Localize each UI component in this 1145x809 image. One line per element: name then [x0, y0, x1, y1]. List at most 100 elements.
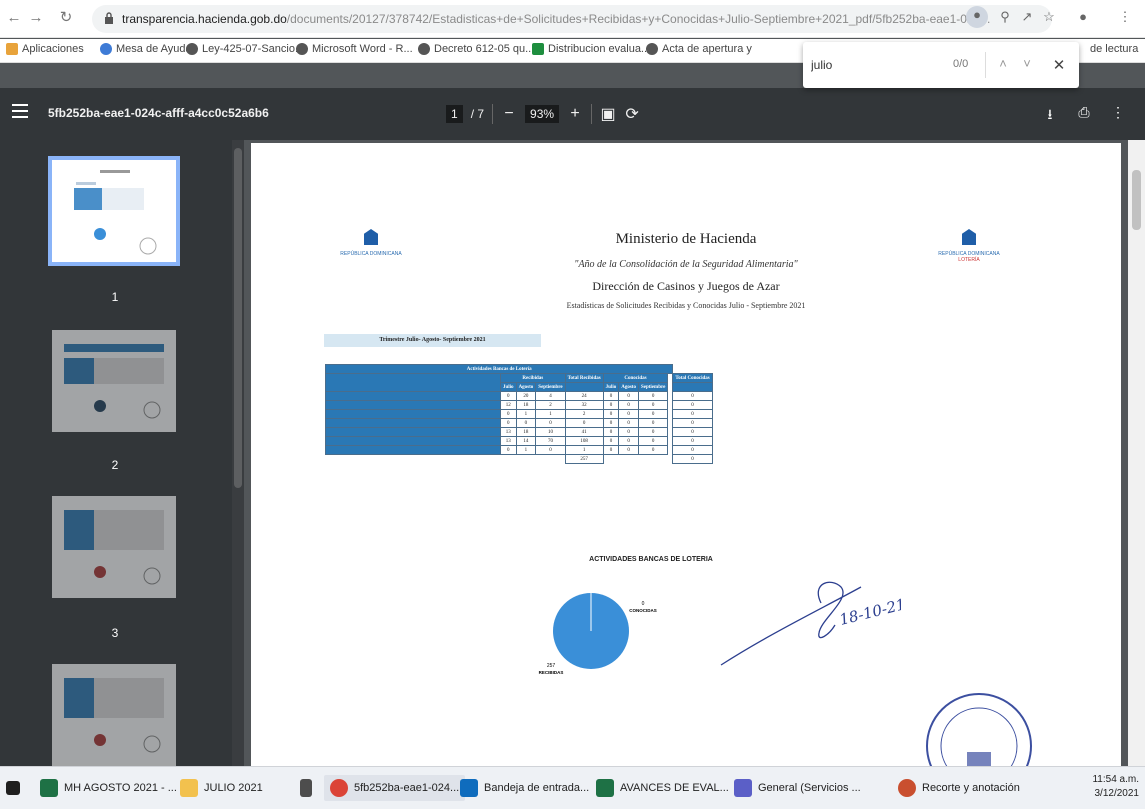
download-icon[interactable]: ⭳	[1040, 104, 1060, 124]
signature: 18-10-21	[720, 581, 901, 666]
share-icon[interactable]: ↗	[1018, 8, 1036, 26]
pie-category-label: RECIBIDAS	[539, 670, 564, 675]
total-received-spacer	[564, 382, 604, 392]
thumbnail-preview	[64, 510, 164, 585]
thumbnail-page-4[interactable]	[52, 664, 176, 766]
thumbnail-page-3[interactable]	[52, 496, 176, 598]
total-known-cell: 0	[672, 409, 713, 419]
signature-date: 18-10-21	[838, 595, 901, 629]
taskbar-item-excel-agosto[interactable]: MH AGOSTO 2021 - ...	[40, 775, 177, 801]
browser-toolbar: ← → ↻ transparencia.hacienda.gob.do/docu…	[0, 0, 1145, 38]
known-cell: 0	[618, 427, 639, 437]
reload-icon[interactable]: ↻	[56, 8, 76, 28]
star-icon[interactable]: ☆	[1040, 8, 1058, 26]
more-options-icon[interactable]: ⋮	[1108, 104, 1128, 124]
bookmark-word[interactable]: Microsoft Word - R...	[296, 43, 413, 55]
bookmark-ley[interactable]: Ley-425-07-Sancio...	[186, 43, 304, 55]
sidebar-menu-icon[interactable]	[12, 104, 28, 118]
sidebar-scrollbar[interactable]	[232, 140, 244, 766]
bookmark-reading-list[interactable]: de lectura	[1090, 43, 1138, 55]
table-row: 12 18 2 32 0 0 0 0	[325, 400, 713, 410]
coat-of-arms-icon	[962, 229, 976, 245]
taskbar-item-snip[interactable]: Recorte y anotación	[898, 775, 1020, 801]
total-received-cell: 2	[564, 409, 604, 419]
coat-caption: REPÚBLICA DOMINICANA	[340, 251, 402, 257]
known-cell: 0	[637, 391, 669, 401]
known-cell: 0	[602, 418, 620, 428]
row-label	[325, 391, 501, 401]
table-row: 00000000	[325, 418, 713, 428]
google-icon	[100, 43, 112, 55]
windows-taskbar: MH AGOSTO 2021 - ... JULIO 2021 5fb252ba…	[0, 766, 1145, 809]
known-cell: 0	[618, 391, 639, 401]
known-cell: 0	[637, 400, 669, 410]
taskbar-item-chrome[interactable]: 5fb252ba-eae1-024...	[324, 775, 466, 801]
taskbar-item-calculator[interactable]	[300, 775, 312, 801]
received-header: Recibidas	[500, 373, 566, 383]
browser-menu-icon[interactable]: ⋮	[1116, 8, 1134, 26]
bookmark-acta[interactable]: Acta de apertura y	[646, 43, 752, 55]
page-scrollbar-thumb[interactable]	[1132, 170, 1141, 230]
stats-subtitle: Estadísticas de Solicitudes Recibidas y …	[566, 301, 806, 310]
zoom-in-icon[interactable]: +	[567, 105, 583, 123]
print-icon[interactable]: ⎙	[1074, 104, 1094, 124]
globe-icon	[186, 43, 198, 55]
known-cell: 0	[602, 445, 620, 455]
bookmark-decreto[interactable]: Decreto 612-05 qu...	[418, 43, 534, 55]
received-cell: 1	[515, 409, 537, 419]
received-cell: 13	[500, 436, 517, 446]
known-header: Conocidas	[602, 373, 669, 383]
thumbnail-number: 2	[111, 458, 119, 472]
zoom-out-icon[interactable]: −	[501, 105, 517, 123]
row-label	[325, 445, 501, 455]
taskbar-item-outlook[interactable]: Bandeja de entrada...	[460, 775, 589, 801]
pdf-extension-icon[interactable]: ●	[966, 6, 988, 28]
known-cell: 0	[602, 427, 620, 437]
known-cell: 0	[602, 400, 620, 410]
total-received-cell: 41	[564, 427, 604, 437]
month-header: Julio	[602, 382, 620, 392]
trimester-label: Trimestre Julio- Agosto- Septiembre 2021	[324, 334, 541, 347]
thumbnail-page-2[interactable]	[52, 330, 176, 432]
page-total: / 7	[470, 107, 485, 121]
globe-icon	[296, 43, 308, 55]
coat-of-arms-right: REPÚBLICA DOMINICANA LOTERÍA	[919, 229, 1019, 263]
excel-icon	[40, 779, 58, 797]
outlook-icon	[460, 779, 478, 797]
find-close-icon[interactable]: ✕	[1051, 56, 1067, 74]
total-known-cell: 0	[672, 400, 713, 410]
taskbar-item-folder-julio[interactable]: JULIO 2021	[180, 775, 263, 801]
find-next-icon[interactable]: ˅	[1019, 56, 1035, 74]
system-clock[interactable]: 11:54 a.m. 3/12/2021	[1092, 773, 1139, 801]
sidebar-scrollbar-thumb[interactable]	[234, 148, 242, 488]
address-bar[interactable]: transparencia.hacienda.gob.do/documents/…	[92, 5, 1052, 33]
table-row: 0 20 4 24 0 0 0 0	[325, 391, 713, 401]
find-input[interactable]	[811, 54, 941, 76]
profile-icon[interactable]: ●	[1074, 8, 1092, 26]
page-number-input[interactable]: 1	[446, 105, 463, 123]
row-label	[325, 409, 501, 419]
known-cell: 0	[602, 391, 620, 401]
zoom-icon[interactable]: ⚲	[996, 8, 1014, 26]
pdf-title: 5fb252ba-eae1-024c-afff-a4cc0c52a6b6	[48, 106, 269, 120]
apps-grid-icon	[6, 43, 18, 55]
bookmark-apps[interactable]: Aplicaciones	[6, 43, 84, 55]
pie-value-label: 0	[642, 601, 645, 607]
taskbar-item-excel-avances[interactable]: AVANCES DE EVAL...	[596, 775, 729, 801]
fit-page-icon[interactable]: ▣	[600, 104, 616, 124]
direction-title: Dirección de Casinos y Juegos de Azar	[592, 279, 780, 293]
received-cell: 0	[500, 409, 517, 419]
thumbnail-page-1[interactable]	[48, 156, 180, 266]
rotate-icon[interactable]: ⟳	[624, 104, 640, 124]
total-known-cell: 0	[672, 427, 713, 437]
back-icon[interactable]: ←	[4, 8, 24, 28]
start-button[interactable]	[6, 775, 20, 801]
find-prev-icon[interactable]: ˄	[995, 56, 1011, 74]
bookmark-mesa-ayuda[interactable]: Mesa de Ayuda	[100, 43, 192, 55]
forward-icon[interactable]: →	[26, 8, 46, 28]
bookmark-distribucion[interactable]: Distribucion evalua...	[532, 43, 650, 55]
page-scrollbar[interactable]	[1128, 140, 1145, 766]
zoom-input[interactable]: 93%	[525, 105, 560, 123]
taskbar-item-teams[interactable]: General (Servicios ...	[734, 775, 861, 801]
total-known-cell: 0	[672, 391, 713, 401]
